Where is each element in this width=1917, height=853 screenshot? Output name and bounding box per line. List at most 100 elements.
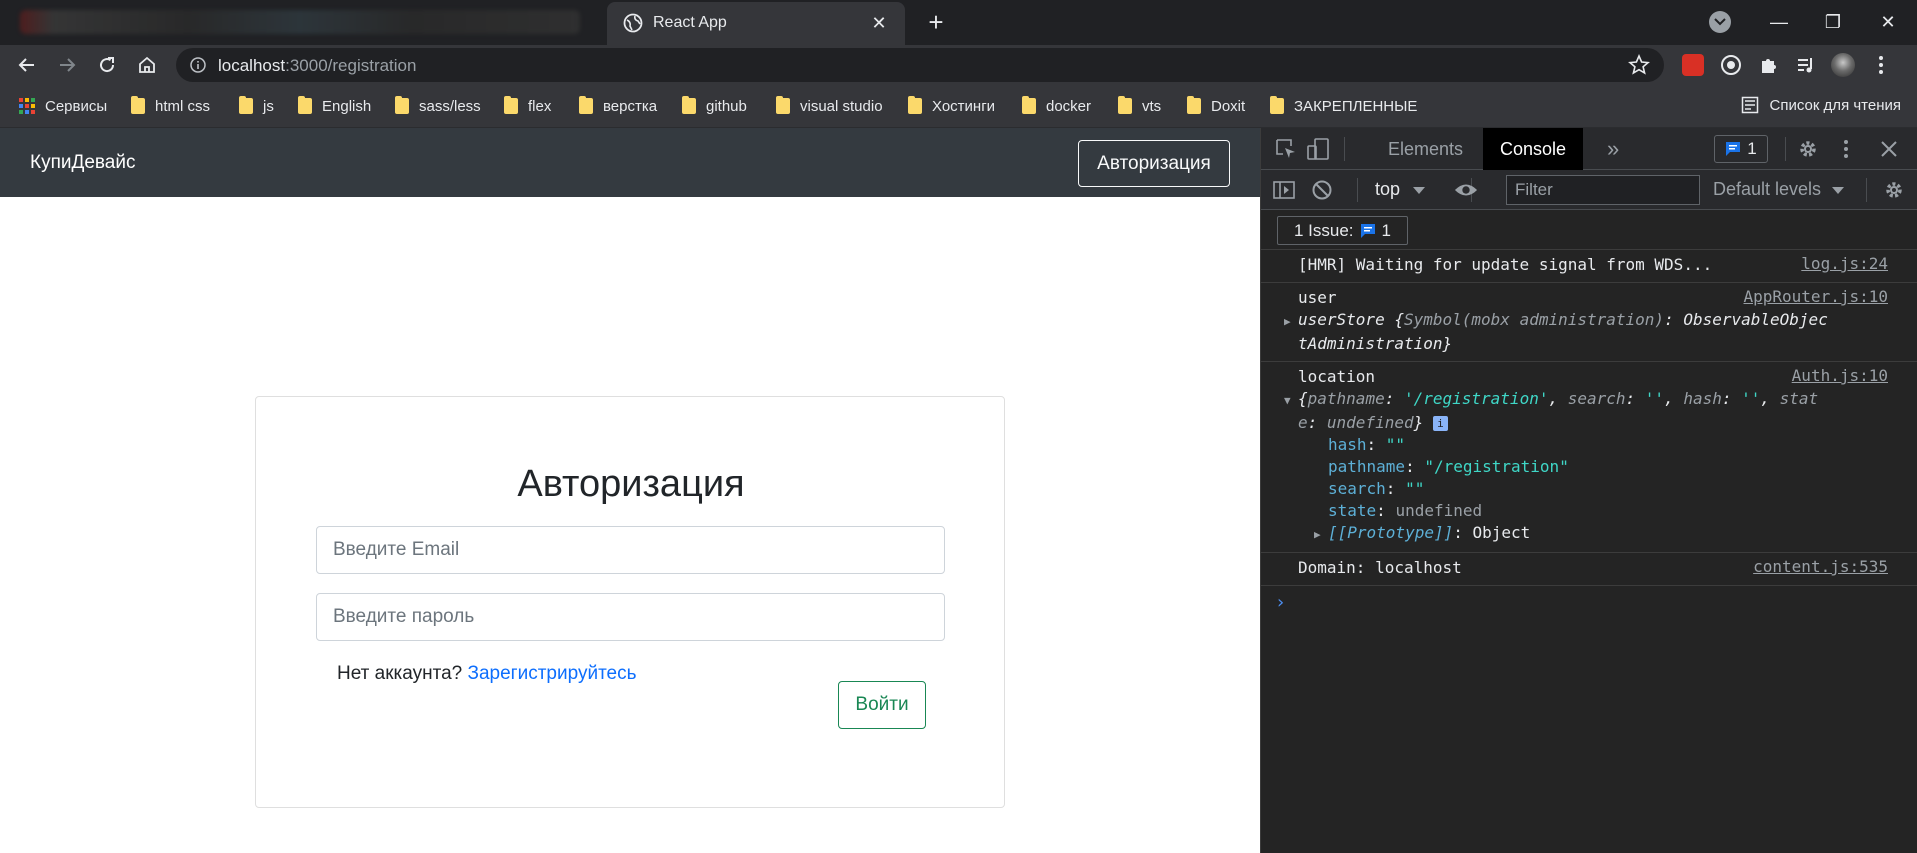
bookmarks-bar: Сервисы html css js English sass/less fl… — [0, 85, 1917, 128]
sidebar-toggle-icon[interactable] — [1272, 178, 1296, 202]
separator — [1785, 137, 1786, 161]
back-arrow-icon — [18, 58, 34, 72]
info-icon[interactable]: i — [1432, 416, 1448, 431]
log-levels-select[interactable]: Default levels — [1713, 179, 1845, 200]
key: e — [1298, 413, 1308, 432]
blurred-background-tabs[interactable] — [20, 10, 580, 34]
colon: : — [1721, 389, 1742, 408]
extensions-puzzle-icon[interactable] — [1757, 53, 1781, 77]
value: '' — [1741, 389, 1761, 408]
tab-close-icon[interactable]: ✕ — [867, 11, 891, 35]
bookmark-label: js — [263, 97, 274, 115]
settings-gear-icon[interactable] — [1796, 137, 1820, 161]
folder-icon — [131, 96, 145, 114]
colon: : — [1664, 310, 1684, 329]
console-filter-input[interactable] — [1506, 175, 1700, 205]
expand-triangle-icon[interactable]: ▶ — [1314, 524, 1328, 546]
nav-auth-button[interactable]: Авторизация — [1078, 140, 1230, 187]
active-tab[interactable]: React App ✕ — [607, 2, 905, 45]
expand-triangle-icon[interactable]: ▶ — [1284, 311, 1298, 333]
source-link[interactable]: AppRouter.js:10 — [1744, 287, 1889, 306]
reading-list-button[interactable]: Список для чтения — [1741, 96, 1901, 114]
folder-icon — [579, 96, 593, 114]
bookmark-apps[interactable]: Сервисы — [19, 96, 107, 116]
bookmark-folder[interactable]: github — [682, 96, 747, 116]
prototype-property[interactable]: ▶ [[Prototype]]: Object — [1298, 522, 1888, 546]
browser-menu-icon[interactable] — [1869, 53, 1893, 77]
object-preview[interactable]: ▶ userStore {Symbol(mobx administration):… — [1284, 309, 1888, 333]
issues-counter[interactable]: 1 — [1714, 135, 1768, 163]
console-prompt[interactable]: › — [1261, 586, 1917, 613]
restore-button[interactable]: ❐ — [1813, 6, 1853, 38]
folder-icon — [395, 96, 409, 114]
bookmark-folder[interactable]: vts — [1118, 96, 1161, 116]
minimize-button[interactable]: — — [1759, 6, 1799, 38]
site-info-icon[interactable] — [190, 57, 206, 73]
console-settings-gear-icon[interactable] — [1882, 178, 1906, 202]
bookmark-folder[interactable]: верстка — [579, 96, 657, 116]
login-button[interactable]: Войти — [838, 681, 926, 729]
clear-console-icon[interactable] — [1310, 178, 1334, 202]
bookmark-folder[interactable]: docker — [1022, 96, 1091, 116]
media-control-icon[interactable] — [1794, 53, 1818, 77]
source-link[interactable]: Auth.js:10 — [1792, 366, 1888, 385]
value: undefined — [1326, 413, 1414, 432]
bookmark-star-icon[interactable] — [1628, 54, 1650, 76]
bookmark-folder[interactable]: Хостинги — [908, 96, 995, 116]
device-toolbar-icon[interactable] — [1306, 137, 1330, 161]
register-link[interactable]: Зарегистрируйтесь — [468, 663, 637, 684]
comma: , — [1664, 389, 1684, 408]
console-message: Domain: localhost content.js:535 — [1261, 553, 1917, 586]
tab-search-icon[interactable] — [1709, 11, 1731, 33]
dropdown-arrow-icon — [1832, 187, 1845, 194]
console-toolbar: top Default levels — [1261, 170, 1917, 210]
dropdown-arrow-icon — [1413, 187, 1426, 194]
bookmark-folder[interactable]: visual studio — [776, 96, 883, 116]
email-input[interactable] — [316, 526, 945, 574]
source-link[interactable]: content.js:535 — [1753, 557, 1888, 576]
folder-icon — [298, 96, 312, 114]
new-tab-button[interactable]: + — [920, 7, 952, 39]
context-select[interactable]: top — [1375, 179, 1426, 200]
bookmark-folder[interactable]: English — [298, 96, 371, 116]
colon: : — [1384, 389, 1404, 408]
auth-card: Авторизация Нет аккаунта? Зарегистрируйт… — [255, 396, 1005, 808]
inspect-element-icon[interactable] — [1274, 137, 1298, 161]
back-button[interactable] — [11, 49, 43, 81]
reload-button[interactable] — [91, 49, 123, 81]
object-summary[interactable]: ▼ {pathname: '/registration', search: '',… — [1284, 388, 1888, 412]
bookmark-folder[interactable]: Doxit — [1187, 96, 1245, 116]
close-window-button[interactable]: ✕ — [1868, 6, 1908, 38]
collapse-triangle-icon[interactable]: ▼ — [1284, 390, 1298, 412]
bookmark-folder[interactable]: js — [239, 96, 274, 116]
home-button[interactable] — [131, 49, 163, 81]
apps-grid-icon — [19, 98, 35, 114]
bookmark-folder[interactable]: html css — [131, 96, 210, 116]
brace: { — [1384, 310, 1404, 329]
more-tabs-button[interactable]: » — [1590, 128, 1636, 170]
issues-button[interactable]: 1 Issue: 1 — [1277, 216, 1408, 245]
bookmark-label: visual studio — [800, 97, 883, 115]
extension-red-icon[interactable] — [1681, 53, 1705, 77]
forward-button[interactable] — [51, 49, 83, 81]
brace: { — [1298, 389, 1308, 408]
folder-icon — [239, 96, 253, 114]
source-link[interactable]: log.js:24 — [1801, 254, 1888, 273]
url-text[interactable]: localhost:3000/registration — [218, 56, 416, 76]
profile-avatar[interactable] — [1831, 53, 1855, 77]
console-message: user AppRouter.js:10 ▶ userStore {Symbol(… — [1261, 283, 1917, 362]
tab-elements[interactable]: Elements — [1371, 128, 1480, 170]
live-expression-eye-icon[interactable] — [1454, 178, 1478, 202]
log-levels-label: Default levels — [1713, 179, 1822, 199]
object-summary-wrap: e: undefined} i — [1298, 412, 1888, 434]
bookmark-folder[interactable]: sass/less — [395, 96, 481, 116]
brand-link[interactable]: КупиДевайс — [30, 152, 135, 174]
tab-console[interactable]: Console — [1483, 128, 1584, 170]
address-bar[interactable]: localhost:3000/registration — [176, 48, 1664, 82]
close-devtools-icon[interactable] — [1877, 137, 1901, 161]
bookmark-folder[interactable]: ЗАКРЕПЛЕННЫЕ — [1270, 96, 1417, 116]
devtools-menu-icon[interactable] — [1834, 137, 1858, 161]
password-input[interactable] — [316, 593, 945, 641]
extension-target-icon[interactable] — [1719, 53, 1743, 77]
bookmark-folder[interactable]: flex — [504, 96, 551, 116]
